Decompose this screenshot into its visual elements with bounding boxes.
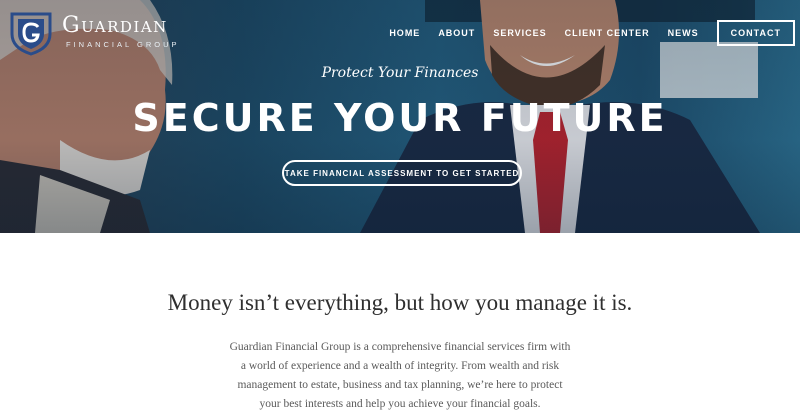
nav-about[interactable]: ABOUT [438,21,475,45]
nav-home[interactable]: HOME [389,21,420,45]
hero-headline: SECURE YOUR FUTURE [132,96,668,140]
main-nav: HOME ABOUT SERVICES CLIENT CENTER NEWS C… [389,20,800,46]
site-header: Guardian Financial Group HOME ABOUT SERV… [0,0,800,66]
intro-body: Guardian Financial Group is a comprehens… [229,341,571,410]
nav-client-center[interactable]: CLIENT CENTER [565,21,650,45]
intro-section: Money isn’t everything, but how you mana… [0,233,800,414]
brand-name: Guardian [62,13,168,38]
intro-title: Money isn’t everything, but how you mana… [167,290,633,315]
contact-button[interactable]: CONTACT [716,20,795,46]
nav-news[interactable]: NEWS [668,21,699,45]
assessment-cta-button[interactable]: TAKE FINANCIAL ASSESSMENT TO GET STARTED [282,160,522,186]
brand-subtitle: Financial Group [66,40,180,49]
brand-logo[interactable]: Guardian Financial Group [8,10,179,56]
hero-banner: Guardian Financial Group HOME ABOUT SERV… [0,0,800,233]
hero-tagline: Protect Your Finances [321,65,479,81]
nav-services[interactable]: SERVICES [493,21,546,45]
shield-g-icon [10,12,52,56]
